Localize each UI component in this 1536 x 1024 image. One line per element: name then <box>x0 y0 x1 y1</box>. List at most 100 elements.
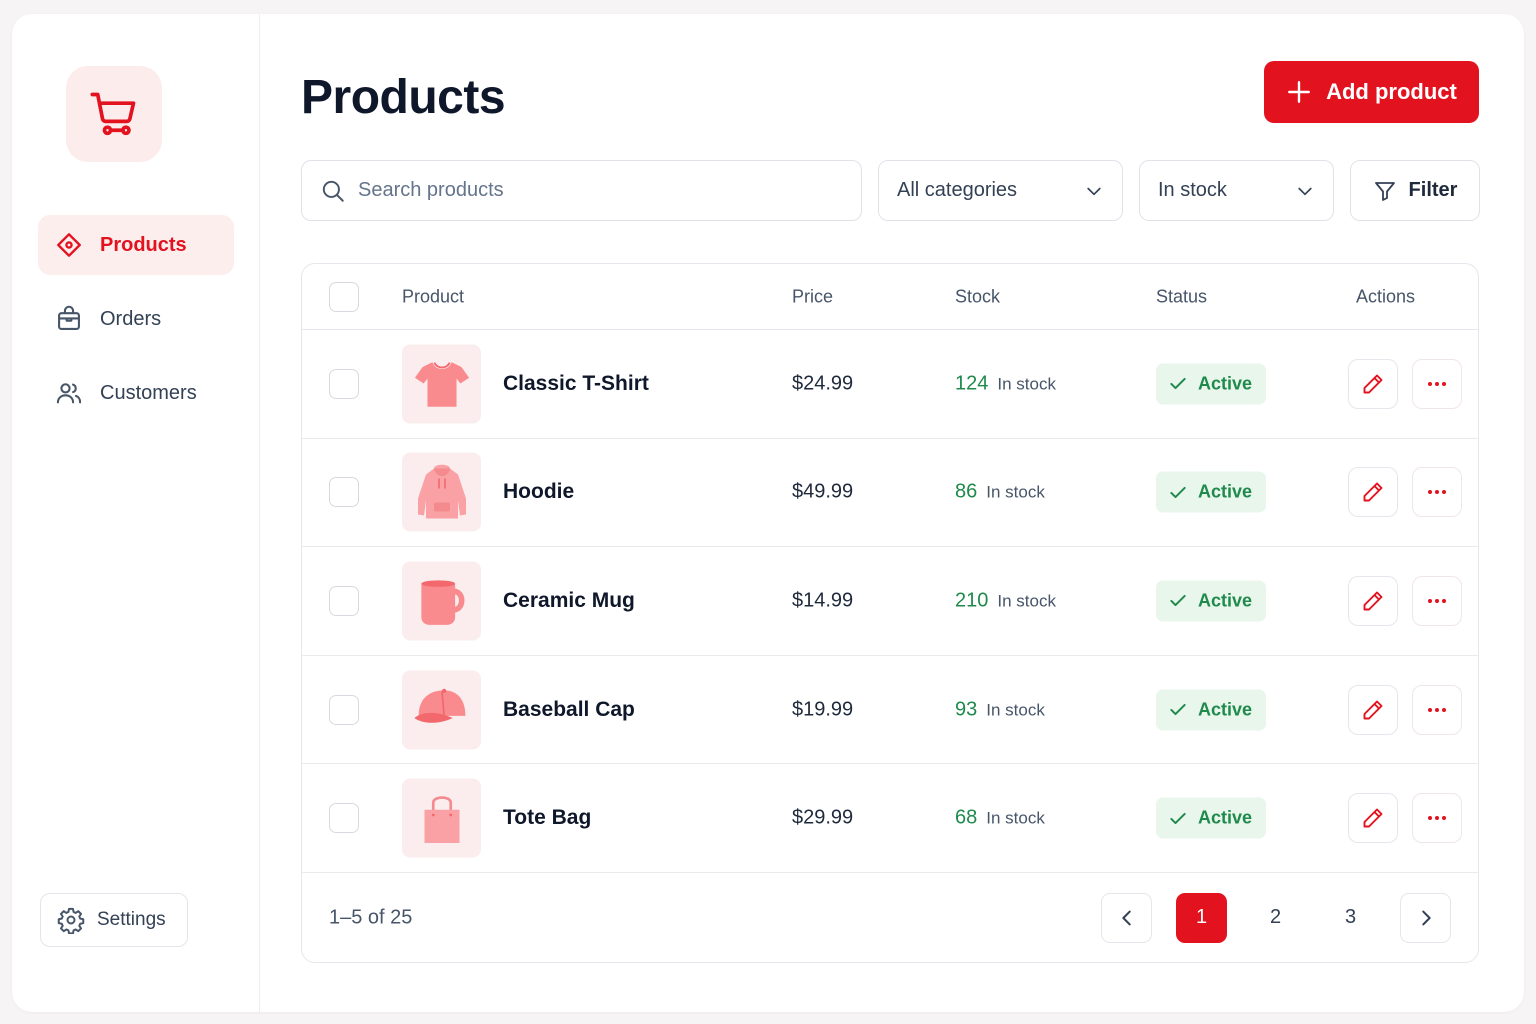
pencil-icon <box>1363 482 1383 502</box>
row-checkbox[interactable] <box>329 803 359 834</box>
product-price: $19.99 <box>792 698 854 721</box>
status-badge: Active <box>1156 797 1267 839</box>
table-row: Tote Bag $29.99 68 In stock Active <box>302 764 1478 873</box>
stock-count: 210 <box>955 589 989 612</box>
more-actions-button[interactable] <box>1412 575 1462 626</box>
sidebar-nav: Products Orders Customers <box>38 215 234 437</box>
logo <box>66 66 162 162</box>
more-actions-button[interactable] <box>1412 793 1462 844</box>
edit-button[interactable] <box>1348 467 1398 518</box>
product-name[interactable]: Tote Bag <box>503 806 591 830</box>
product-thumbnail <box>402 452 481 532</box>
table-row: Baseball Cap $19.99 93 In stock Active <box>302 656 1478 765</box>
product-price: $14.99 <box>792 589 854 612</box>
gear-icon <box>57 907 85 934</box>
column-header-actions: Actions <box>1356 286 1416 306</box>
stock-label: In stock <box>986 808 1045 828</box>
more-actions-button[interactable] <box>1412 358 1462 409</box>
users-icon <box>54 378 84 408</box>
product-price: $49.99 <box>792 480 854 503</box>
tshirt-icon <box>414 362 469 408</box>
more-actions-button[interactable] <box>1412 684 1462 735</box>
previous-page-button[interactable] <box>1101 892 1152 943</box>
stock-label: In stock <box>997 591 1056 611</box>
product-thumbnail <box>402 344 481 424</box>
status-label: Active <box>1198 481 1253 502</box>
sidebar: Products Orders Customers Settings <box>12 14 260 1012</box>
product-stock: 210 In stock <box>955 589 1056 612</box>
stock-count: 124 <box>955 372 989 395</box>
add-product-button[interactable]: Add product <box>1264 61 1479 123</box>
product-name[interactable]: Ceramic Mug <box>503 589 635 613</box>
status-label: Active <box>1198 699 1253 720</box>
table-row: Ceramic Mug $14.99 210 In stock Active <box>302 547 1478 656</box>
stock-count: 86 <box>955 480 978 503</box>
category-select-value: All categories <box>897 179 1018 201</box>
main-content: Products Add product All categories In s… <box>260 14 1524 1012</box>
stock-label: In stock <box>986 700 1045 720</box>
funnel-icon <box>1374 181 1395 201</box>
settings-button[interactable]: Settings <box>40 893 188 947</box>
search-input[interactable] <box>358 179 818 202</box>
pencil-icon <box>1363 700 1383 720</box>
filter-button[interactable]: Filter <box>1350 160 1480 221</box>
tag-icon <box>54 230 84 260</box>
chevron-right-icon <box>1421 910 1431 926</box>
search-icon <box>322 180 344 202</box>
row-checkbox[interactable] <box>329 694 359 725</box>
product-thumbnail <box>402 778 481 858</box>
stock-count: 93 <box>955 698 978 721</box>
edit-button[interactable] <box>1348 684 1398 735</box>
more-actions-button[interactable] <box>1412 467 1462 518</box>
sidebar-item-orders[interactable]: Orders <box>38 289 234 349</box>
tote-bag-icon <box>424 795 459 843</box>
stock-label: In stock <box>997 374 1056 394</box>
page-button-1[interactable]: 1 <box>1176 892 1227 943</box>
page-button-2[interactable]: 2 <box>1250 893 1301 943</box>
status-label: Active <box>1198 373 1253 394</box>
edit-button[interactable] <box>1348 358 1398 409</box>
next-page-button[interactable] <box>1400 892 1451 943</box>
sidebar-item-products[interactable]: Products <box>38 215 234 275</box>
cap-icon <box>413 688 465 723</box>
hoodie-icon <box>417 464 466 519</box>
check-icon <box>1170 486 1186 498</box>
chevron-left-icon <box>1121 910 1131 926</box>
pencil-icon <box>1363 591 1383 611</box>
page-button-3[interactable]: 3 <box>1325 893 1376 943</box>
app-window: Products Orders Customers Settings Produ… <box>12 14 1524 1012</box>
check-icon <box>1170 812 1186 824</box>
row-checkbox[interactable] <box>329 585 359 616</box>
page-title: Products <box>301 71 506 124</box>
edit-button[interactable] <box>1348 793 1398 844</box>
row-checkbox[interactable] <box>329 368 359 399</box>
table-header: Product Price Stock Status Actions <box>302 264 1478 330</box>
pencil-icon <box>1363 808 1383 828</box>
sidebar-item-label: Orders <box>100 307 162 330</box>
table-row: Classic T-Shirt $24.99 124 In stock Acti… <box>302 330 1478 439</box>
edit-button[interactable] <box>1348 575 1398 626</box>
check-icon <box>1170 703 1186 716</box>
plus-icon <box>1288 81 1311 103</box>
search-box <box>301 160 862 221</box>
product-name[interactable]: Baseball Cap <box>503 698 635 722</box>
row-checkbox[interactable] <box>329 477 359 508</box>
product-price: $24.99 <box>792 372 854 395</box>
stock-count: 68 <box>955 806 978 829</box>
status-label: Active <box>1198 590 1253 611</box>
sidebar-item-customers[interactable]: Customers <box>38 363 234 423</box>
product-name[interactable]: Classic T-Shirt <box>503 372 649 396</box>
column-header-product: Product <box>402 286 465 306</box>
mug-icon <box>420 580 464 626</box>
table-row: Hoodie $49.99 86 In stock Active <box>302 439 1478 548</box>
product-stock: 93 In stock <box>955 698 1045 721</box>
stock-select[interactable]: In stock <box>1139 160 1334 221</box>
product-name[interactable]: Hoodie <box>503 480 574 504</box>
chevron-down-icon <box>1087 187 1101 195</box>
status-badge: Active <box>1156 363 1267 405</box>
category-select[interactable]: All categories <box>878 160 1123 221</box>
product-price: $29.99 <box>792 806 854 829</box>
pencil-icon <box>1363 374 1383 394</box>
sidebar-item-label: Products <box>100 233 187 256</box>
select-all-checkbox[interactable] <box>329 281 359 312</box>
